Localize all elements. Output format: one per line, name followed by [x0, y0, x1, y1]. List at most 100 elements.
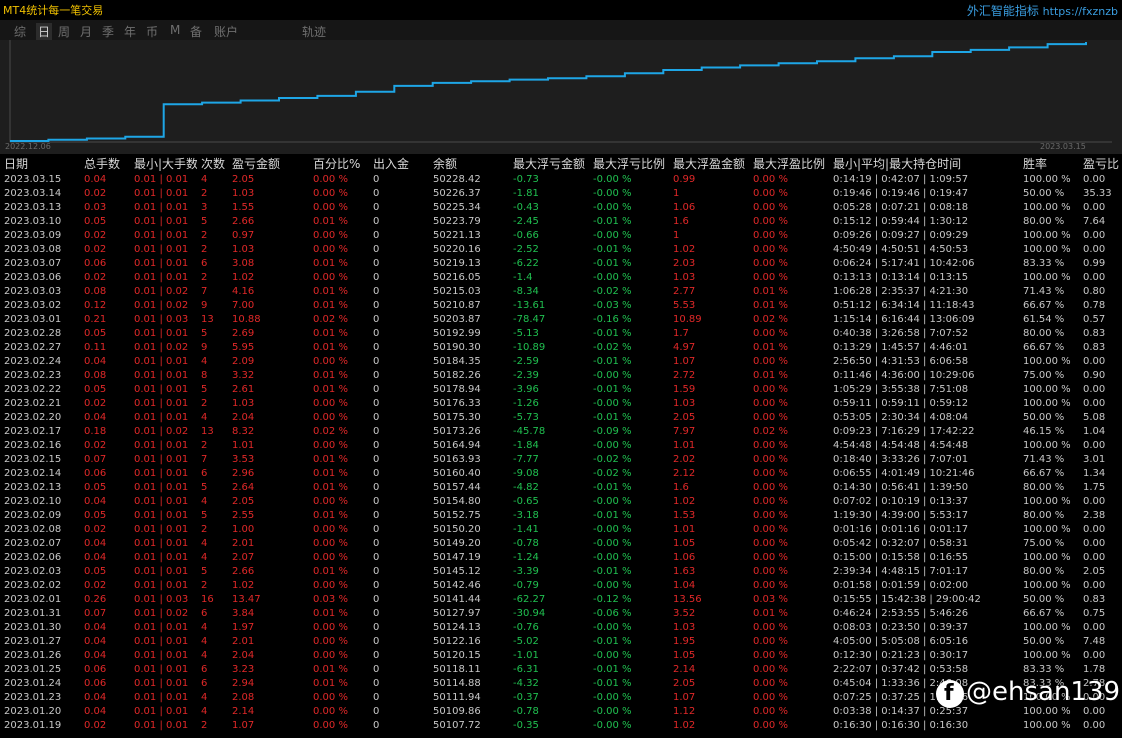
table-row[interactable]: 2023.02.15 0.07 0.01 | 0.01 7 3.53 0.01 % 0 501… [0, 452, 1122, 466]
table-cell: 2023.02.07 [4, 537, 62, 549]
table-row[interactable]: 2023.02.27 0.11 0.01 | 0.02 9 5.95 0.01 % 0 501… [0, 340, 1122, 354]
table-cell: 0.01 % [313, 677, 348, 689]
table-cell: 0.01 % [313, 341, 348, 353]
table-cell: 9 [201, 341, 208, 353]
table-row[interactable]: 2023.02.20 0.04 0.01 | 0.01 4 2.04 0.00 % 0 501… [0, 410, 1122, 424]
table-cell: 9 [201, 299, 208, 311]
table-row[interactable]: 2023.03.02 0.12 0.01 | 0.02 9 7.00 0.01 % 0 502… [0, 298, 1122, 312]
table-cell: 5.95 [232, 341, 255, 353]
table-row[interactable]: 2023.01.19 0.02 0.01 | 0.01 2 1.07 0.00 % 0 501… [0, 718, 1122, 732]
table-row[interactable]: 2023.02.02 0.02 0.01 | 0.01 2 1.02 0.00 % 0 501… [0, 578, 1122, 592]
table-row[interactable]: 2023.01.30 0.04 0.01 | 0.01 4 1.97 0.00 % 0 501… [0, 620, 1122, 634]
table-cell: 0.01 | 0.01 [134, 201, 189, 213]
table-cell: 0.06 [84, 677, 107, 689]
table-cell: 2023.02.23 [4, 369, 62, 381]
table-cell: 2.55 [232, 509, 255, 521]
table-row[interactable]: 2023.03.15 0.04 0.01 | 0.01 4 2.05 0.00 % 0 502… [0, 172, 1122, 186]
table-cell: 0.01 | 0.02 [134, 607, 189, 619]
table-row[interactable]: 2023.02.09 0.05 0.01 | 0.01 5 2.55 0.01 % 0 501… [0, 508, 1122, 522]
tab-9[interactable]: 账户 [214, 23, 238, 40]
table-row[interactable]: 2023.03.14 0.02 0.01 | 0.01 2 1.03 0.00 % 0 502… [0, 186, 1122, 200]
table-row[interactable]: 2023.02.16 0.02 0.01 | 0.01 2 1.01 0.00 % 0 501… [0, 438, 1122, 452]
table-cell: 0:12:30 | 0:21:23 | 0:30:17 [833, 649, 969, 661]
table-cell: -0.01 % [593, 565, 632, 577]
table-row[interactable]: 2023.03.10 0.05 0.01 | 0.01 5 2.66 0.01 % 0 502… [0, 214, 1122, 228]
table-row[interactable]: 2023.02.03 0.05 0.01 | 0.01 5 2.66 0.01 % 0 501… [0, 564, 1122, 578]
table-cell: 4 [201, 691, 208, 703]
table-cell: 0.00 [1083, 537, 1106, 549]
table-cell: 50124.13 [433, 621, 481, 633]
table-row[interactable]: 2023.02.24 0.04 0.01 | 0.01 4 2.09 0.00 % 0 501… [0, 354, 1122, 368]
table-cell: -0.73 [513, 173, 539, 185]
table-row[interactable]: 2023.03.09 0.02 0.01 | 0.01 2 0.97 0.00 % 0 502… [0, 228, 1122, 242]
table-cell: 0 [373, 383, 380, 395]
table-cell: 2 [201, 439, 208, 451]
table-row[interactable]: 2023.03.07 0.06 0.01 | 0.01 6 3.08 0.01 % 0 502… [0, 256, 1122, 270]
table-row[interactable]: 2023.03.08 0.02 0.01 | 0.01 2 1.03 0.00 % 0 502… [0, 242, 1122, 256]
table-cell: 0.01 | 0.03 [134, 593, 189, 605]
tab-4[interactable]: 季 [102, 23, 114, 40]
table-cell: 2023.03.08 [4, 243, 62, 255]
tab-5[interactable]: 年 [124, 23, 136, 40]
table-cell: 50228.42 [433, 173, 481, 185]
table-row[interactable]: 2023.01.31 0.07 0.01 | 0.02 6 3.84 0.01 % 0 501… [0, 606, 1122, 620]
table-row[interactable]: 2023.02.28 0.05 0.01 | 0.01 5 2.69 0.01 % 0 501… [0, 326, 1122, 340]
table-row[interactable]: 2023.02.22 0.05 0.01 | 0.01 5 2.61 0.01 % 0 501… [0, 382, 1122, 396]
table-cell: 0.01 | 0.01 [134, 369, 189, 381]
table-row[interactable]: 2023.02.13 0.05 0.01 | 0.01 5 2.64 0.01 % 0 501… [0, 480, 1122, 494]
tab-1[interactable]: 日 [36, 23, 53, 40]
table-row[interactable]: 2023.03.13 0.03 0.01 | 0.01 3 1.55 0.00 % 0 502… [0, 200, 1122, 214]
tab-8[interactable]: 备 [190, 23, 202, 40]
table-cell: 50.00 % [1023, 411, 1065, 423]
table-cell: -0.01 % [593, 355, 632, 367]
table-cell: 0.00 [1083, 397, 1106, 409]
table-cell: 0 [373, 509, 380, 521]
table-row[interactable]: 2023.01.27 0.04 0.01 | 0.01 4 2.01 0.00 % 0 501… [0, 634, 1122, 648]
table-cell: -0.00 % [593, 495, 632, 507]
table-row[interactable]: 2023.02.08 0.02 0.01 | 0.01 2 1.00 0.00 % 0 501… [0, 522, 1122, 536]
table-row[interactable]: 2023.02.17 0.18 0.01 | 0.02 13 8.32 0.02 % 0 50… [0, 424, 1122, 438]
table-row[interactable]: 2023.03.06 0.02 0.01 | 0.01 2 1.02 0.00 % 0 502… [0, 270, 1122, 284]
tab-2[interactable]: 周 [58, 23, 70, 40]
table-row[interactable]: 2023.03.03 0.08 0.01 | 0.02 7 4.16 0.01 % 0 502… [0, 284, 1122, 298]
table-row[interactable]: 2023.02.06 0.04 0.01 | 0.01 4 2.07 0.00 % 0 501… [0, 550, 1122, 564]
table-cell: 2.03 [673, 257, 696, 269]
tab-6[interactable]: 币 [146, 23, 158, 40]
table-cell: 0:01:16 | 0:01:16 | 0:01:17 [833, 523, 969, 535]
tab-10[interactable]: 轨迹 [302, 23, 326, 40]
table-cell: 0.02 [84, 579, 107, 591]
tab-3[interactable]: 月 [80, 23, 92, 40]
daily-stats-table-wrap[interactable]: 日期 总手数 最小|大手数 次数 盈亏金额 百分比% 出入金 余额 最大浮亏金额 最大浮亏比例 最大… [0, 155, 1122, 738]
table-cell: 0.00 % [753, 565, 788, 577]
table-cell: 0.01 % [313, 453, 348, 465]
table-row[interactable]: 2023.02.14 0.06 0.01 | 0.01 6 2.96 0.01 % 0 501… [0, 466, 1122, 480]
table-cell: 50120.15 [433, 649, 481, 661]
table-cell: 0.00 % [753, 383, 788, 395]
table-cell: -0.01 % [593, 243, 632, 255]
site-title[interactable]: 外汇智能指标 https://fxznzb [967, 2, 1118, 19]
table-row[interactable]: 2023.02.10 0.04 0.01 | 0.01 4 2.05 0.00 % 0 501… [0, 494, 1122, 508]
table-cell: 0.01 | 0.01 [134, 565, 189, 577]
site-url[interactable]: https://fxznzb [1043, 5, 1118, 18]
table-row[interactable]: 2023.02.23 0.08 0.01 | 0.01 8 3.32 0.01 % 0 501… [0, 368, 1122, 382]
table-cell: 0.01 % [753, 299, 788, 311]
tab-0[interactable]: 综 [14, 23, 26, 40]
table-cell: 0.01 % [313, 607, 348, 619]
table-cell: -0.00 % [593, 173, 632, 185]
table-cell: 2 [201, 719, 208, 731]
table-cell: 50111.94 [433, 691, 481, 703]
table-cell: 0.04 [84, 691, 107, 703]
table-row[interactable]: 2023.01.26 0.04 0.01 | 0.01 4 2.04 0.00 % 0 501… [0, 648, 1122, 662]
table-cell: 0.05 [84, 327, 107, 339]
table-cell: 50154.80 [433, 495, 481, 507]
app-title: MT4统计每一笔交易 [3, 4, 104, 17]
tab-7[interactable]: M [170, 23, 180, 37]
table-row[interactable]: 2023.02.07 0.04 0.01 | 0.01 4 2.01 0.00 % 0 501… [0, 536, 1122, 550]
table-cell: 0.02 % [753, 313, 788, 325]
table-row[interactable]: 2023.01.25 0.06 0.01 | 0.01 6 3.23 0.01 % 0 501… [0, 662, 1122, 676]
table-cell: 0 [373, 649, 380, 661]
table-row[interactable]: 2023.03.01 0.21 0.01 | 0.03 13 10.88 0.02 % 0 5… [0, 312, 1122, 326]
table-cell: -0.00 % [593, 397, 632, 409]
table-row[interactable]: 2023.02.01 0.26 0.01 | 0.03 16 13.47 0.03 % 0 5… [0, 592, 1122, 606]
table-row[interactable]: 2023.02.21 0.02 0.01 | 0.01 2 1.03 0.00 % 0 501… [0, 396, 1122, 410]
